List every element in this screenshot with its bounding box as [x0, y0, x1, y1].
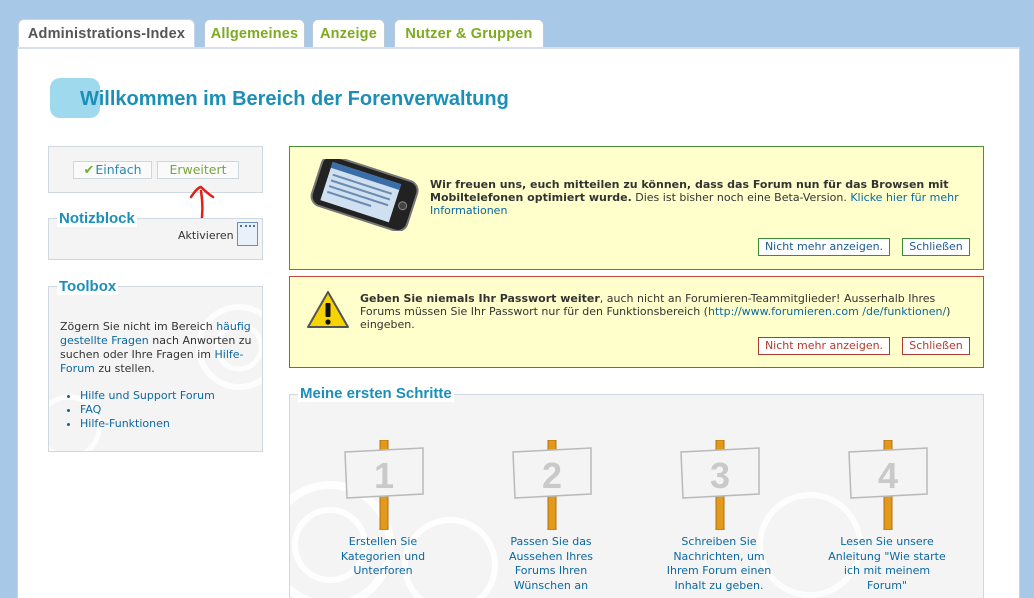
- signpost-icon: 1: [344, 439, 424, 531]
- mobile-notice-text: Wir freuen uns, euch mitteilen zu können…: [430, 178, 959, 217]
- password-schliessen-button[interactable]: Schließen: [902, 337, 970, 355]
- tab-anzeige[interactable]: Anzeige: [312, 19, 385, 48]
- page-title: Willkommen im Bereich der Forenverwaltun…: [80, 88, 509, 110]
- einfach-button[interactable]: ✔Einfach: [73, 161, 152, 179]
- hilfe-support-forum-link[interactable]: Hilfe und Support Forum: [80, 389, 215, 402]
- hilfe-funktionen-link[interactable]: Hilfe-Funktionen: [80, 417, 170, 430]
- funktionen-link[interactable]: http://www.forumieren.com /de/funktionen…: [708, 305, 946, 318]
- password-notice: Geben Sie niemals Ihr Passwort weiter, a…: [289, 276, 984, 368]
- nicht-mehr-anzeigen-button[interactable]: Nicht mehr anzeigen.: [758, 238, 890, 256]
- step-4[interactable]: 4 Lesen Sie unsere Anleitung "Wie starte…: [827, 439, 947, 593]
- step-1-label: Erstellen Sie Kategorien und Unterforen: [340, 535, 426, 577]
- toolbox-text: Zögern Sie nicht im Bereich häufig geste…: [60, 320, 252, 375]
- notepad-icon[interactable]: [237, 222, 258, 246]
- mobile-phone-icon: [310, 159, 419, 231]
- tab-nutzer-gruppen[interactable]: Nutzer & Gruppen: [394, 19, 544, 48]
- step-3[interactable]: 3 Schreiben Sie Nachrichten, um Ihrem Fo…: [659, 439, 779, 593]
- notizblock-title: Notizblock: [57, 210, 137, 227]
- tab-allgemeines[interactable]: Allgemeines: [204, 19, 305, 48]
- signpost-icon: 3: [680, 439, 760, 531]
- schliessen-button[interactable]: Schließen: [902, 238, 970, 256]
- warning-icon: [307, 291, 349, 328]
- toolbox-links: Hilfe und Support Forum FAQ Hilfe-Funkti…: [80, 389, 215, 431]
- check-icon: ✔: [83, 163, 95, 178]
- password-notice-text: Geben Sie niemals Ihr Passwort weiter, a…: [360, 292, 951, 331]
- signpost-icon: 4: [848, 439, 928, 531]
- step-2-label: Passen Sie das Aussehen Ihres Forums Ihr…: [509, 535, 593, 592]
- first-steps-title: Meine ersten Schritte: [298, 385, 454, 402]
- mode-switch-box: ✔Einfach Erweitert: [48, 146, 263, 193]
- tab-administrations-index[interactable]: Administrations-Index: [18, 19, 195, 50]
- svg-text:2: 2: [542, 455, 562, 496]
- step-1[interactable]: 1 Erstellen Sie Kategorien und Unterfore…: [323, 439, 443, 579]
- aktivieren-link[interactable]: Aktivieren: [178, 229, 234, 242]
- svg-text:4: 4: [878, 455, 898, 496]
- step-4-label: Lesen Sie unsere Anleitung "Wie starte i…: [828, 535, 946, 592]
- svg-text:1: 1: [374, 455, 394, 496]
- password-nicht-mehr-anzeigen-button[interactable]: Nicht mehr anzeigen.: [758, 337, 890, 355]
- svg-text:3: 3: [710, 455, 730, 496]
- step-2[interactable]: 2 Passen Sie das Aussehen Ihres Forums I…: [491, 439, 611, 593]
- faq-list-link[interactable]: FAQ: [80, 403, 101, 416]
- einfach-label: Einfach: [95, 162, 142, 177]
- erweitert-button[interactable]: Erweitert: [157, 161, 239, 179]
- signpost-icon: 2: [512, 439, 592, 531]
- step-3-label: Schreiben Sie Nachrichten, um Ihrem Foru…: [666, 535, 772, 592]
- mobile-notice: Wir freuen uns, euch mitteilen zu können…: [289, 146, 984, 270]
- toolbox-title: Toolbox: [57, 278, 119, 295]
